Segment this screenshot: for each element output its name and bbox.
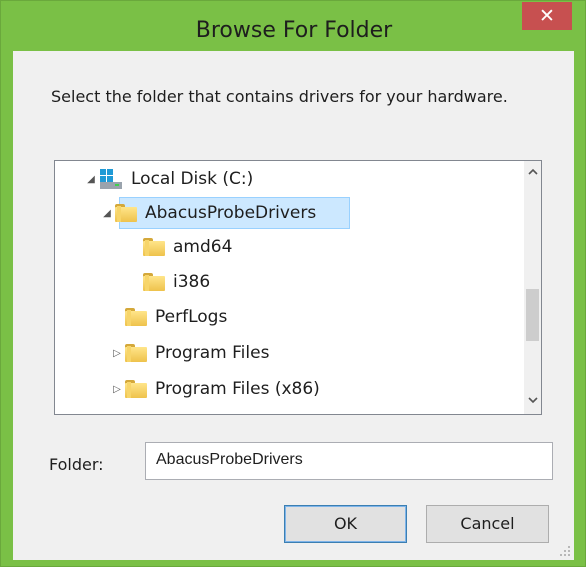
drive-icon bbox=[99, 168, 123, 190]
folder-icon bbox=[143, 273, 165, 291]
tree-item-local-disk[interactable]: ◢ Local Disk (C:) bbox=[83, 163, 253, 195]
vertical-scrollbar[interactable] bbox=[524, 161, 541, 414]
folder-icon bbox=[125, 380, 147, 398]
tree-item-label: i386 bbox=[173, 272, 211, 292]
cancel-button[interactable]: Cancel bbox=[426, 505, 549, 543]
tree-item-label: Program Files bbox=[155, 343, 270, 363]
expanded-arrow-icon[interactable]: ◢ bbox=[83, 174, 99, 185]
tree-item-label: PerfLogs bbox=[155, 307, 228, 327]
folder-tree[interactable]: ◢ Local Disk (C:) ◢ AbacusProbeDrivers a… bbox=[54, 160, 542, 415]
collapsed-arrow-icon[interactable]: ▷ bbox=[109, 384, 125, 395]
expanded-arrow-icon[interactable]: ◢ bbox=[99, 208, 115, 219]
folder-field-label: Folder: bbox=[49, 455, 104, 474]
folder-icon bbox=[125, 344, 147, 362]
dialog-title: Browse For Folder bbox=[195, 18, 393, 43]
tree-item-label: AbacusProbeDrivers bbox=[145, 203, 317, 223]
instruction-text: Select the folder that contains drivers … bbox=[51, 87, 508, 106]
folder-icon bbox=[143, 238, 165, 256]
scroll-up-icon[interactable] bbox=[524, 165, 541, 182]
tree-item-label: Program Files (x86) bbox=[155, 379, 320, 399]
folder-input[interactable]: AbacusProbeDrivers bbox=[145, 442, 553, 480]
ok-button[interactable]: OK bbox=[284, 505, 407, 543]
browse-for-folder-dialog: Browse For Folder ✕ Select the folder th… bbox=[0, 0, 586, 567]
scroll-down-icon[interactable] bbox=[524, 393, 541, 410]
resize-grip-icon[interactable] bbox=[559, 545, 571, 557]
tree-item-label: Local Disk (C:) bbox=[131, 169, 254, 189]
tree-item-amd64[interactable]: amd64 bbox=[127, 231, 232, 263]
dialog-body: Select the folder that contains drivers … bbox=[13, 51, 574, 560]
tree-item-program-files[interactable]: ▷ Program Files bbox=[109, 337, 269, 369]
close-icon: ✕ bbox=[539, 5, 555, 27]
collapsed-arrow-icon[interactable]: ▷ bbox=[109, 348, 125, 359]
folder-icon bbox=[125, 308, 147, 326]
tree-item-perflogs[interactable]: PerfLogs bbox=[109, 301, 227, 333]
tree-item-abacusprobedrivers[interactable]: ◢ AbacusProbeDrivers bbox=[99, 197, 316, 229]
title-bar[interactable]: Browse For Folder ✕ bbox=[1, 1, 586, 51]
tree-item-label: amd64 bbox=[173, 237, 233, 257]
tree-item-i386[interactable]: i386 bbox=[127, 266, 210, 298]
scrollbar-thumb[interactable] bbox=[526, 289, 539, 341]
tree-item-program-files-x86[interactable]: ▷ Program Files (x86) bbox=[109, 373, 320, 405]
folder-icon bbox=[115, 204, 137, 222]
close-button[interactable]: ✕ bbox=[522, 2, 572, 30]
